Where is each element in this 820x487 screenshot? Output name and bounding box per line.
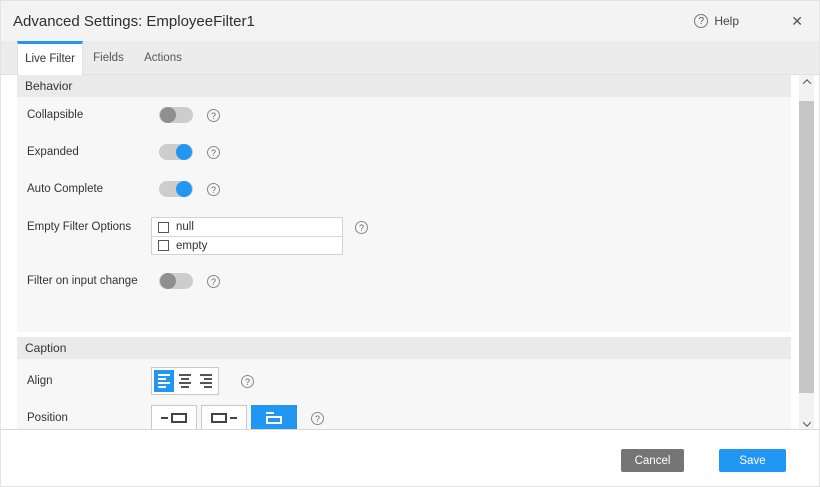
- expanded-toggle[interactable]: [159, 144, 193, 160]
- null-checkbox[interactable]: [158, 222, 169, 233]
- close-icon[interactable]: ✕: [791, 1, 803, 41]
- help-icon[interactable]: ?: [694, 14, 708, 28]
- auto-complete-help-icon[interactable]: ?: [207, 183, 220, 196]
- null-option-label: null: [176, 221, 194, 233]
- position-left-button[interactable]: [151, 405, 197, 431]
- align-center-button[interactable]: [175, 370, 195, 392]
- expanded-label: Expanded: [27, 146, 159, 158]
- filter-on-input-change-toggle[interactable]: [159, 273, 193, 289]
- toggle-knob: [160, 107, 176, 123]
- expanded-help-icon[interactable]: ?: [207, 146, 220, 159]
- align-right-icon: [200, 374, 212, 388]
- row-auto-complete: Auto Complete ?: [27, 179, 781, 199]
- row-filter-on-input-change: Filter on input change ?: [27, 271, 781, 291]
- list-item-null[interactable]: null: [152, 218, 342, 236]
- dialog-footer: Cancel Save: [1, 429, 819, 486]
- auto-complete-toggle[interactable]: [159, 181, 193, 197]
- caption-section: Caption Align ? Position: [17, 337, 791, 431]
- empty-option-label: empty: [176, 240, 207, 252]
- align-label: Align: [27, 375, 151, 387]
- row-empty-filter-options: Empty Filter Options null empty ?: [27, 217, 781, 255]
- settings-content: Behavior Collapsible ? Expanded ? Auto C…: [1, 75, 819, 431]
- tab-fields[interactable]: Fields: [83, 41, 134, 74]
- cancel-button[interactable]: Cancel: [621, 449, 684, 472]
- caption-section-title: Caption: [17, 337, 791, 359]
- toggle-knob: [176, 181, 192, 197]
- help-label: Help: [714, 14, 739, 28]
- filter-on-input-change-label: Filter on input change: [27, 275, 159, 287]
- filter-on-input-change-help-icon[interactable]: ?: [207, 275, 220, 288]
- tab-bar: Live Filter Fields Actions: [1, 41, 819, 75]
- caption-right-icon: [211, 413, 227, 423]
- save-button[interactable]: Save: [719, 449, 786, 472]
- behavior-section-title: Behavior: [17, 75, 791, 97]
- auto-complete-label: Auto Complete: [27, 183, 159, 195]
- position-help-icon[interactable]: ?: [311, 412, 324, 425]
- row-position: Position: [27, 405, 781, 431]
- tab-live-filter[interactable]: Live Filter: [17, 41, 83, 75]
- empty-checkbox[interactable]: [158, 240, 169, 251]
- scroll-up-icon[interactable]: [799, 75, 814, 89]
- page-title: Advanced Settings: EmployeeFilter1: [13, 1, 255, 42]
- position-top-button[interactable]: [251, 405, 297, 431]
- position-label: Position: [27, 412, 151, 424]
- empty-filter-options-label: Empty Filter Options: [27, 221, 151, 233]
- help-button[interactable]: ? Help: [694, 1, 739, 41]
- scrollbar-thumb[interactable]: [799, 101, 814, 393]
- row-align: Align ?: [27, 367, 781, 395]
- behavior-section: Behavior Collapsible ? Expanded ? Auto C…: [17, 75, 791, 332]
- caption-top-icon: [266, 412, 282, 424]
- empty-filter-options-help-icon[interactable]: ?: [355, 221, 368, 234]
- collapsible-label: Collapsible: [27, 109, 159, 121]
- titlebar: Advanced Settings: EmployeeFilter1 ? Hel…: [1, 1, 819, 41]
- position-button-group: [151, 405, 297, 431]
- tab-actions[interactable]: Actions: [134, 41, 192, 74]
- position-right-button[interactable]: [201, 405, 247, 431]
- collapsible-toggle[interactable]: [159, 107, 193, 123]
- align-left-icon: [158, 374, 170, 388]
- toggle-knob: [160, 273, 176, 289]
- align-right-button[interactable]: [196, 370, 216, 392]
- align-center-icon: [179, 374, 191, 388]
- collapsible-help-icon[interactable]: ?: [207, 109, 220, 122]
- list-item-empty[interactable]: empty: [152, 236, 342, 254]
- row-collapsible: Collapsible ?: [27, 105, 781, 125]
- align-help-icon[interactable]: ?: [241, 375, 254, 388]
- align-button-group: [151, 367, 219, 395]
- caption-left-icon: [161, 417, 168, 419]
- empty-filter-options-list: null empty: [151, 217, 343, 255]
- vertical-scrollbar[interactable]: [799, 75, 814, 431]
- advanced-settings-dialog: Advanced Settings: EmployeeFilter1 ? Hel…: [0, 0, 820, 487]
- toggle-knob: [176, 144, 192, 160]
- row-expanded: Expanded ?: [27, 142, 781, 162]
- align-left-button[interactable]: [154, 370, 174, 392]
